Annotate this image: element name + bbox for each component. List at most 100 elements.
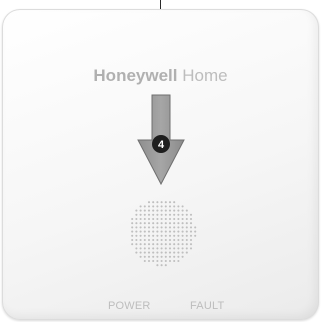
- grille-hole: [139, 222, 142, 225]
- brand-suffix: Home: [182, 66, 228, 85]
- grille-hole: [173, 243, 176, 246]
- grille-hole: [173, 247, 176, 250]
- grille-hole: [131, 238, 134, 242]
- number-badge-label: 4: [158, 139, 165, 151]
- grille-hole: [147, 217, 151, 221]
- grille-hole: [152, 226, 155, 229]
- grille-hole: [139, 251, 142, 254]
- grille-hole: [143, 259, 146, 263]
- grille-hole: [164, 251, 167, 254]
- grille-hole: [173, 230, 176, 233]
- grille-hole: [135, 238, 138, 242]
- grille-hole: [156, 238, 159, 242]
- grille-hole: [147, 205, 151, 208]
- grille-hole: [143, 222, 146, 225]
- grille-hole: [156, 255, 159, 258]
- grille-hole: [143, 226, 146, 229]
- grille-hole: [189, 238, 193, 242]
- grille-hole: [156, 205, 159, 208]
- grille-hole: [181, 213, 184, 216]
- grille-hole: [156, 230, 159, 233]
- grille-hole: [185, 230, 188, 233]
- grille-hole: [160, 238, 163, 242]
- grille-hole: [177, 209, 180, 212]
- grille-hole: [156, 264, 159, 267]
- grille-hole: [177, 234, 180, 237]
- grille-hole: [152, 238, 155, 242]
- grille-hole: [143, 251, 146, 254]
- grille-hole: [173, 259, 176, 263]
- grille-hole: [168, 230, 172, 233]
- grille-hole: [143, 205, 146, 208]
- grille-hole: [152, 201, 155, 204]
- grille-hole: [152, 251, 155, 254]
- grille-hole: [185, 209, 188, 212]
- grille-hole: [173, 222, 176, 225]
- grille-hole: [139, 209, 142, 212]
- grille-hole: [139, 243, 142, 246]
- grille-hole: [177, 213, 180, 216]
- grille-hole: [173, 255, 176, 258]
- grille-hole: [160, 234, 163, 237]
- grille-hole: [147, 251, 151, 254]
- grille-hole: [135, 209, 138, 212]
- grille-hole: [160, 243, 163, 246]
- grille-hole: [131, 230, 134, 233]
- grille-hole: [147, 222, 151, 225]
- grille-hole: [168, 213, 172, 216]
- grille-hole: [156, 234, 159, 237]
- grille-hole: [168, 201, 172, 204]
- grille-hole: [147, 243, 151, 246]
- grille-hole: [181, 255, 184, 258]
- grille-hole: [185, 222, 188, 225]
- grille-hole: [147, 230, 151, 233]
- fault-indicator-label: FAULT: [190, 300, 225, 312]
- grille-hole: [181, 247, 184, 250]
- grille-hole: [168, 243, 172, 246]
- grille-hole: [143, 213, 146, 216]
- grille-hole: [135, 226, 138, 229]
- grille-hole: [181, 230, 184, 233]
- grille-hole: [143, 230, 146, 233]
- grille-hole: [156, 213, 159, 216]
- grille-hole: [152, 222, 155, 225]
- grille-hole: [160, 226, 163, 229]
- grille-hole: [160, 205, 163, 208]
- grille-hole: [168, 251, 172, 254]
- grille-hole: [139, 234, 142, 237]
- grille-hole: [135, 243, 138, 246]
- grille-hole: [143, 255, 146, 258]
- grille-hole: [131, 226, 134, 229]
- grille-hole: [177, 243, 180, 246]
- grille-hole: [177, 238, 180, 242]
- grille-hole: [168, 247, 172, 250]
- grille-hole: [185, 247, 188, 250]
- grille-hole: [164, 209, 167, 212]
- grille-hole: [177, 230, 180, 233]
- grille-hole: [181, 217, 184, 221]
- grille-hole: [147, 259, 151, 263]
- grille-hole: [177, 251, 180, 254]
- grille-hole: [168, 217, 172, 221]
- grille-hole: [164, 222, 167, 225]
- grille-hole: [143, 243, 146, 246]
- grille-hole: [156, 201, 159, 204]
- grille-hole: [164, 201, 167, 204]
- grille-hole: [168, 255, 172, 258]
- grille-hole: [143, 234, 146, 237]
- grille-hole: [143, 209, 146, 212]
- grille-hole: [139, 247, 142, 250]
- grille-hole: [177, 247, 180, 250]
- grille-hole: [156, 243, 159, 246]
- grille-hole: [139, 226, 142, 229]
- grille-hole: [168, 259, 172, 263]
- brand-logo: Honeywell Home: [0, 66, 321, 86]
- grille-hole: [164, 259, 167, 263]
- grille-hole: [181, 238, 184, 242]
- grille-hole: [189, 230, 193, 233]
- grille-hole: [185, 238, 188, 242]
- grille-hole: [164, 243, 167, 246]
- grille-hole: [160, 230, 163, 233]
- grille-hole: [177, 255, 180, 258]
- grille-hole: [168, 234, 172, 237]
